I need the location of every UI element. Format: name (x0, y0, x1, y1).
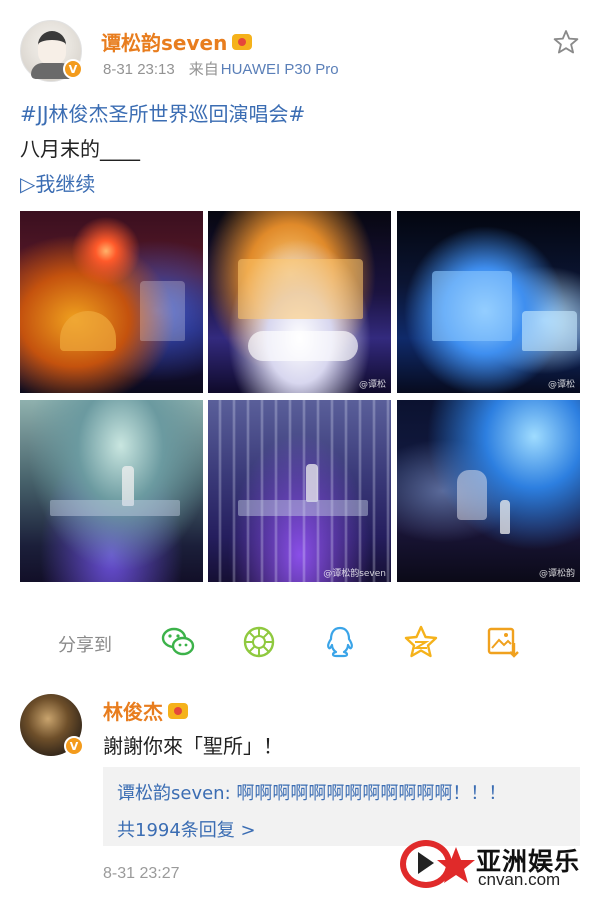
photo-watermark: @谭松 (358, 380, 386, 390)
reply-author[interactable]: 谭松韵seven: (117, 783, 231, 804)
comment-time: 8-31 23:27 (103, 865, 180, 882)
avatar-face (38, 31, 66, 65)
photo-1[interactable] (20, 211, 203, 393)
comment-text: 謝謝你來「聖所」！ (103, 734, 283, 758)
photo-2[interactable]: @谭松 (208, 211, 391, 393)
commenter-name-text: 林俊杰 (103, 700, 163, 724)
commenter-name[interactable]: 林俊杰 (103, 696, 188, 725)
qzone-icon[interactable] (402, 623, 440, 661)
reply-line: 谭松韵seven: 啊啊啊啊啊啊啊啊啊啊啊啊！！！ (117, 779, 506, 805)
photo-3[interactable]: @谭松 (397, 211, 580, 393)
view-all-replies-link[interactable]: 共1994条回复 > (117, 816, 256, 842)
photo-watermark: @谭松韵seven (323, 569, 386, 579)
photo-5[interactable]: @谭松韵seven (208, 400, 391, 582)
play-icon (418, 852, 434, 874)
save-image-icon[interactable] (484, 623, 522, 661)
photo-6[interactable]: @谭松韵 (397, 400, 580, 582)
post-source-prefix: 来自 (188, 61, 219, 78)
photo-watermark: @谭松 (547, 380, 575, 390)
reply-message: 啊啊啊啊啊啊啊啊啊啊啊啊！！！ (230, 783, 507, 804)
topic-hashtag-link[interactable]: #JJ林俊杰圣所世界巡回演唱会# (20, 98, 305, 127)
favorite-star-icon[interactable] (552, 28, 580, 56)
post-author-name-text: 谭松韵seven (101, 31, 228, 55)
reply-preview-box[interactable]: 谭松韵seven: 啊啊啊啊啊啊啊啊啊啊啊啊！！！ 共1994条回复 > (103, 767, 580, 846)
wechat-icon[interactable] (159, 623, 197, 661)
qq-icon[interactable] (321, 623, 359, 661)
commenter-avatar[interactable]: V (20, 694, 84, 756)
post-author-avatar[interactable]: V (20, 20, 83, 82)
verified-badge-icon: V (63, 59, 83, 79)
logo-url: cnvan.com (478, 870, 561, 889)
post-device[interactable]: HUAWEI P30 Pro (221, 61, 339, 78)
vip-crown-icon (168, 702, 188, 719)
photo-watermark: @谭松韵 (538, 569, 575, 579)
site-watermark-logo: 亚洲娱乐 cnvan.com (398, 838, 598, 894)
photo-4[interactable] (20, 400, 203, 582)
post-meta: 8-31 23:13 来自 HUAWEI P30 Pro (103, 58, 339, 79)
post-date: 8-31 23:13 (103, 61, 175, 78)
vip-crown-icon (232, 33, 253, 50)
logo-star-icon (437, 847, 475, 883)
photo-grid: @谭松 @谭松 @谭松韵seven @谭松韵 (20, 211, 580, 583)
share-label: 分享到 (58, 635, 112, 656)
verified-badge-icon: V (64, 736, 84, 756)
post-body-text: 八月末的____ (20, 137, 140, 161)
continue-link[interactable]: ▷我继续 (20, 168, 95, 197)
moments-icon[interactable] (240, 623, 278, 661)
post-author-name[interactable]: 谭松韵seven (101, 27, 253, 56)
